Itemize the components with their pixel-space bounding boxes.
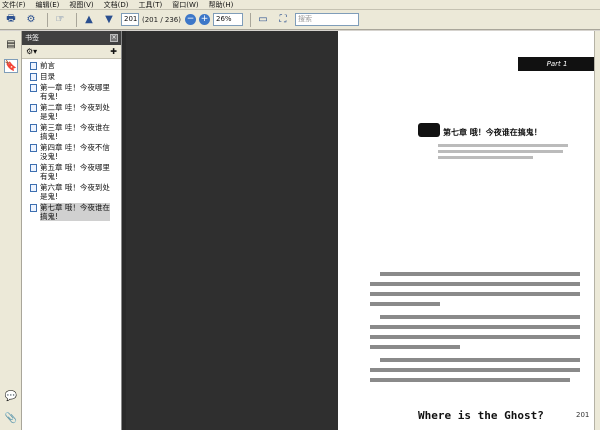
bookmark-item[interactable]: 前言: [30, 61, 121, 70]
bookmark-icon: [30, 104, 37, 112]
bookmark-item[interactable]: 第一章 哇！今夜哪里有鬼!: [30, 83, 121, 101]
menu-tools[interactable]: 工具(T): [139, 0, 163, 10]
menu-help[interactable]: 帮助(H): [209, 0, 234, 10]
attachments-icon[interactable]: 📎: [4, 411, 18, 425]
menu-window[interactable]: 窗口(W): [172, 0, 198, 10]
fit-page-icon[interactable]: ▭: [255, 13, 271, 27]
comments-icon[interactable]: 💬: [4, 389, 18, 403]
document-page: Part 1 第七章 哦！今夜谁在搞鬼！ Where is the Ghost?…: [338, 31, 600, 430]
navigation-pane-buttons: ▤ 🔖 💬 📎: [0, 31, 22, 430]
bookmark-item-selected[interactable]: 第七章 哦！今夜谁在搞鬼!: [30, 203, 121, 221]
toolbar-separator: [250, 12, 251, 27]
bookmarks-panel-header: 书签 ×: [22, 31, 121, 45]
bookmark-label: 第六章 哦！今夜到处是鬼!: [40, 183, 110, 201]
bookmark-icon: [30, 184, 37, 192]
bookmark-item[interactable]: 目录: [30, 72, 121, 81]
bookmark-item[interactable]: 第五章 哦！今夜哪里有鬼!: [30, 163, 121, 181]
bookmark-item[interactable]: 第二章 哇！今夜到处是鬼!: [30, 103, 121, 121]
zoom-level-select[interactable]: 26%: [213, 13, 243, 26]
menu-file[interactable]: 文件(F): [2, 0, 26, 10]
pages-icon[interactable]: ▤: [4, 37, 18, 51]
hand-tool-icon[interactable]: ☞: [52, 13, 68, 27]
vertical-scrollbar[interactable]: [594, 31, 600, 430]
page-total-label: (201 / 236): [142, 15, 181, 24]
bookmark-label: 第二章 哇！今夜到处是鬼!: [40, 103, 110, 121]
bookmarks-icon[interactable]: 🔖: [4, 59, 18, 73]
ghost-illustration: [418, 123, 440, 137]
next-page-icon[interactable]: ▼: [101, 13, 117, 27]
menu-document[interactable]: 文档(D): [104, 0, 129, 10]
bookmarks-panel: 书签 × ⚙▾ ✚ 前言 目录 第一章 哇！今夜哪里有鬼! 第二章 哇！今夜到处…: [22, 31, 122, 430]
options-icon[interactable]: ⚙▾: [26, 47, 37, 56]
page-number-input[interactable]: 201: [121, 13, 139, 26]
page-number: 201: [576, 411, 590, 419]
bookmark-label: 第三章 哇！今夜谁在搞鬼!: [40, 123, 110, 141]
bookmark-icon: [30, 204, 37, 212]
bookmark-icon: [30, 62, 37, 70]
bookmark-icon: [30, 124, 37, 132]
part-tab: Part 1: [518, 57, 596, 71]
chapter-intro-text: [438, 141, 578, 162]
toolbar: 🖶 ⚙ ☞ ▲ ▼ 201 (201 / 236) − + 26% ▭ ⛶ 搜索: [0, 10, 600, 30]
menu-bar: 文件(F) 编辑(E) 视图(V) 文档(D) 工具(T) 窗口(W) 帮助(H…: [0, 0, 600, 10]
full-screen-icon[interactable]: ⛶: [275, 13, 291, 27]
bookmark-item[interactable]: 第三章 哇！今夜谁在搞鬼!: [30, 123, 121, 141]
bookmark-icon: [30, 84, 37, 92]
bookmark-label: 前言: [40, 61, 55, 70]
bookmark-list: 前言 目录 第一章 哇！今夜哪里有鬼! 第二章 哇！今夜到处是鬼! 第三章 哇！…: [22, 59, 121, 221]
toolbar-separator: [76, 12, 77, 27]
zoom-out-icon[interactable]: −: [185, 14, 196, 25]
bookmark-label: 第七章 哦！今夜谁在搞鬼!: [40, 203, 110, 221]
bookmark-item[interactable]: 第四章 哇！今夜不信没鬼!: [30, 143, 121, 161]
bookmark-label: 第四章 哇！今夜不信没鬼!: [40, 143, 110, 161]
bookmarks-panel-title: 书签: [25, 34, 39, 42]
bookmark-label: 第五章 哦！今夜哪里有鬼!: [40, 163, 110, 181]
chapter-title: 第七章 哦！今夜谁在搞鬼！: [443, 127, 542, 137]
menu-edit[interactable]: 编辑(E): [36, 0, 60, 10]
menu-view[interactable]: 视图(V): [69, 0, 93, 10]
print-icon[interactable]: 🖶: [3, 13, 19, 27]
toolbar-separator: [47, 12, 48, 27]
close-icon[interactable]: ×: [110, 34, 118, 42]
running-footer-title: Where is the Ghost?: [418, 409, 544, 422]
previous-page-icon[interactable]: ▲: [81, 13, 97, 27]
zoom-in-icon[interactable]: +: [199, 14, 210, 25]
bookmark-label: 第一章 哇！今夜哪里有鬼!: [40, 83, 110, 101]
bookmark-icon: [30, 144, 37, 152]
bookmark-icon: [30, 73, 37, 81]
bookmarks-panel-toolbar: ⚙▾ ✚: [22, 45, 121, 59]
search-input[interactable]: 搜索: [295, 13, 359, 26]
new-bookmark-icon[interactable]: ✚: [110, 47, 117, 56]
settings-icon[interactable]: ⚙: [23, 13, 39, 27]
body-text: [370, 266, 585, 388]
bookmark-icon: [30, 164, 37, 172]
bookmark-item[interactable]: 第六章 哦！今夜到处是鬼!: [30, 183, 121, 201]
document-background: [126, 31, 338, 430]
bookmark-label: 目录: [40, 72, 55, 81]
